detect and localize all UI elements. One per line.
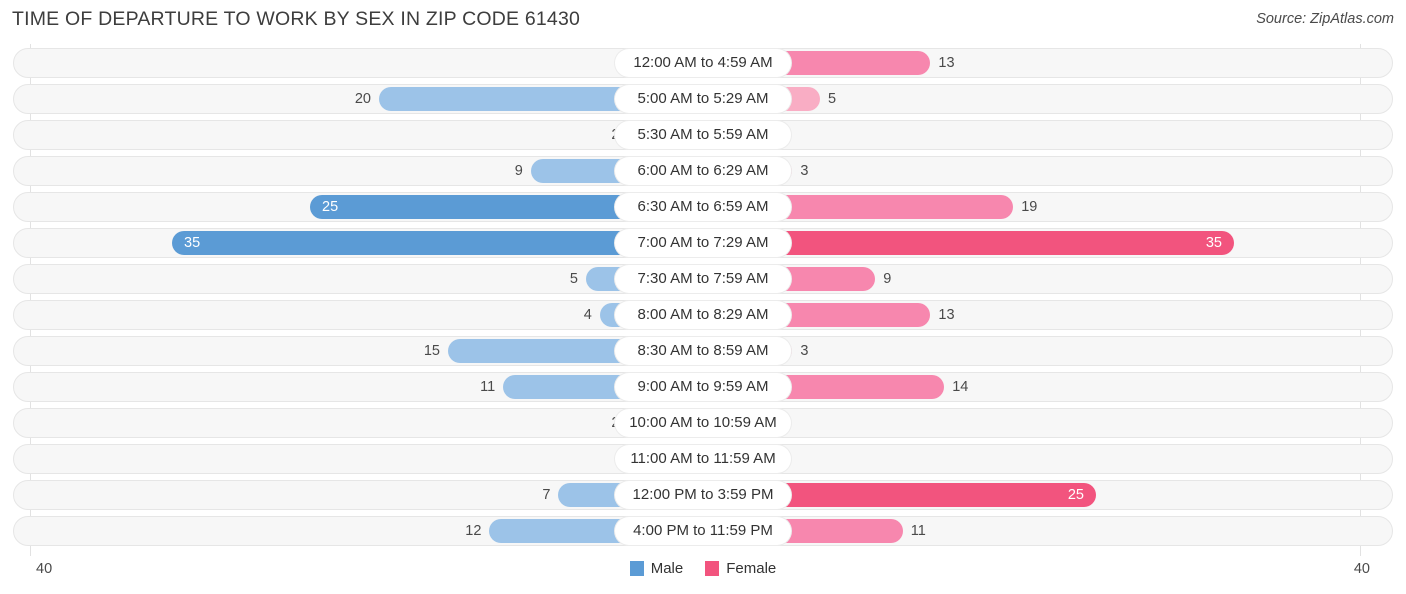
value-label-male: 9 xyxy=(514,163,523,179)
category-label: 11:00 AM to 11:59 AM xyxy=(615,445,791,473)
chart-row: 25 19 6:30 AM to 6:59 AM xyxy=(0,192,1406,222)
value-label-female: 35 xyxy=(1205,235,1222,251)
category-label: 12:00 AM to 4:59 AM xyxy=(615,49,791,77)
value-label-male: 11 xyxy=(480,379,496,395)
chart-row: 11 14 9:00 AM to 9:59 AM xyxy=(0,372,1406,402)
legend-item-male[interactable]: Male xyxy=(629,560,684,577)
value-label-male: 5 xyxy=(569,271,578,287)
source-attribution: Source: ZipAtlas.com xyxy=(1256,11,1394,27)
row-bars: 0011:00 AM to 11:59 AM xyxy=(0,444,1406,474)
row-bars: 01312:00 AM to 4:59 AM xyxy=(0,48,1406,78)
chart-row: 5 9 7:30 AM to 7:59 AM xyxy=(0,264,1406,294)
row-bars: 2010:00 AM to 10:59 AM xyxy=(0,408,1406,438)
page-title: TIME OF DEPARTURE TO WORK BY SEX IN ZIP … xyxy=(12,8,581,30)
chart-row: 15 3 8:30 AM to 8:59 AM xyxy=(0,336,1406,366)
legend-swatch-male-icon xyxy=(629,561,644,576)
value-label-male: 20 xyxy=(354,91,371,107)
value-label-female: 3 xyxy=(800,163,809,179)
chart-row: 01312:00 AM to 4:59 AM xyxy=(0,48,1406,78)
category-label: 7:30 AM to 7:59 AM xyxy=(615,265,791,293)
chart-header: TIME OF DEPARTURE TO WORK BY SEX IN ZIP … xyxy=(0,0,1406,44)
chart-plot-area: 01312:00 AM to 4:59 AM2055:00 AM to 5:29… xyxy=(0,44,1406,556)
chart-row: 20 5 5:00 AM to 5:29 AM xyxy=(0,84,1406,114)
value-label-female: 19 xyxy=(1021,199,1038,215)
value-label-female: 9 xyxy=(883,271,892,287)
legend-swatch-female-icon xyxy=(705,561,720,576)
row-bars: 25 19 6:30 AM to 6:59 AM xyxy=(0,192,1406,222)
value-label-male: 15 xyxy=(423,343,440,359)
category-label: 8:30 AM to 8:59 AM xyxy=(615,337,791,365)
category-label: 12:00 PM to 3:59 PM xyxy=(615,481,791,509)
chart-row: 0011:00 AM to 11:59 AM xyxy=(0,444,1406,474)
legend-label-female: Female xyxy=(726,560,777,577)
value-label-male: 25 xyxy=(322,199,339,215)
value-label-female: 13 xyxy=(938,307,955,323)
category-label: 8:00 AM to 8:29 AM xyxy=(615,301,791,329)
legend: Male Female xyxy=(0,560,1406,577)
chart-row: 7 25 12:00 PM to 3:59 PM xyxy=(0,480,1406,510)
value-label-female: 14 xyxy=(952,379,969,395)
chart-row: 12 11 4:00 PM to 11:59 PM xyxy=(0,516,1406,546)
category-label: 9:00 AM to 9:59 AM xyxy=(615,373,791,401)
row-bars: 20 5 5:00 AM to 5:29 AM xyxy=(0,84,1406,114)
row-bars: 15 3 8:30 AM to 8:59 AM xyxy=(0,336,1406,366)
chart-row: 35 35 7:00 AM to 7:29 AM xyxy=(0,228,1406,258)
category-label: 5:30 AM to 5:59 AM xyxy=(615,121,791,149)
value-label-male: 7 xyxy=(542,487,551,503)
value-label-male: 35 xyxy=(184,235,201,251)
value-label-male: 12 xyxy=(465,523,482,539)
chart-row: 2010:00 AM to 10:59 AM xyxy=(0,408,1406,438)
value-label-female: 25 xyxy=(1067,487,1084,503)
row-bars: 35 35 7:00 AM to 7:29 AM xyxy=(0,228,1406,258)
row-bars: 9 3 6:00 AM to 6:29 AM xyxy=(0,156,1406,186)
row-bars: 4 13 8:00 AM to 8:29 AM xyxy=(0,300,1406,330)
value-label-male: 4 xyxy=(583,307,592,323)
category-label: 5:00 AM to 5:29 AM xyxy=(615,85,791,113)
value-label-female: 13 xyxy=(938,55,955,71)
row-bars: 11 14 9:00 AM to 9:59 AM xyxy=(0,372,1406,402)
value-label-female: 5 xyxy=(828,91,837,107)
category-label: 4:00 PM to 11:59 PM xyxy=(615,517,791,545)
row-bars: 12 11 4:00 PM to 11:59 PM xyxy=(0,516,1406,546)
chart-row: 9 3 6:00 AM to 6:29 AM xyxy=(0,156,1406,186)
category-label: 10:00 AM to 10:59 AM xyxy=(615,409,791,437)
bar-rows: 01312:00 AM to 4:59 AM2055:00 AM to 5:29… xyxy=(0,48,1406,552)
row-bars: 5 9 7:30 AM to 7:59 AM xyxy=(0,264,1406,294)
category-label: 7:00 AM to 7:29 AM xyxy=(615,229,791,257)
chart-row: 4 13 8:00 AM to 8:29 AM xyxy=(0,300,1406,330)
value-label-male: 2 xyxy=(559,408,619,438)
row-bars: 7 25 12:00 PM to 3:59 PM xyxy=(0,480,1406,510)
chart-row: 205:30 AM to 5:59 AM xyxy=(0,120,1406,150)
value-label-female: 11 xyxy=(910,523,926,539)
legend-item-female[interactable]: Female xyxy=(705,560,776,577)
legend-label-male: Male xyxy=(650,560,684,577)
category-label: 6:00 AM to 6:29 AM xyxy=(615,157,791,185)
category-label: 6:30 AM to 6:59 AM xyxy=(615,193,791,221)
value-label-female: 3 xyxy=(800,343,809,359)
value-label-male: 2 xyxy=(559,120,619,150)
row-bars: 205:30 AM to 5:59 AM xyxy=(0,120,1406,150)
chart-footer: 40 40 Male Female xyxy=(0,556,1406,594)
